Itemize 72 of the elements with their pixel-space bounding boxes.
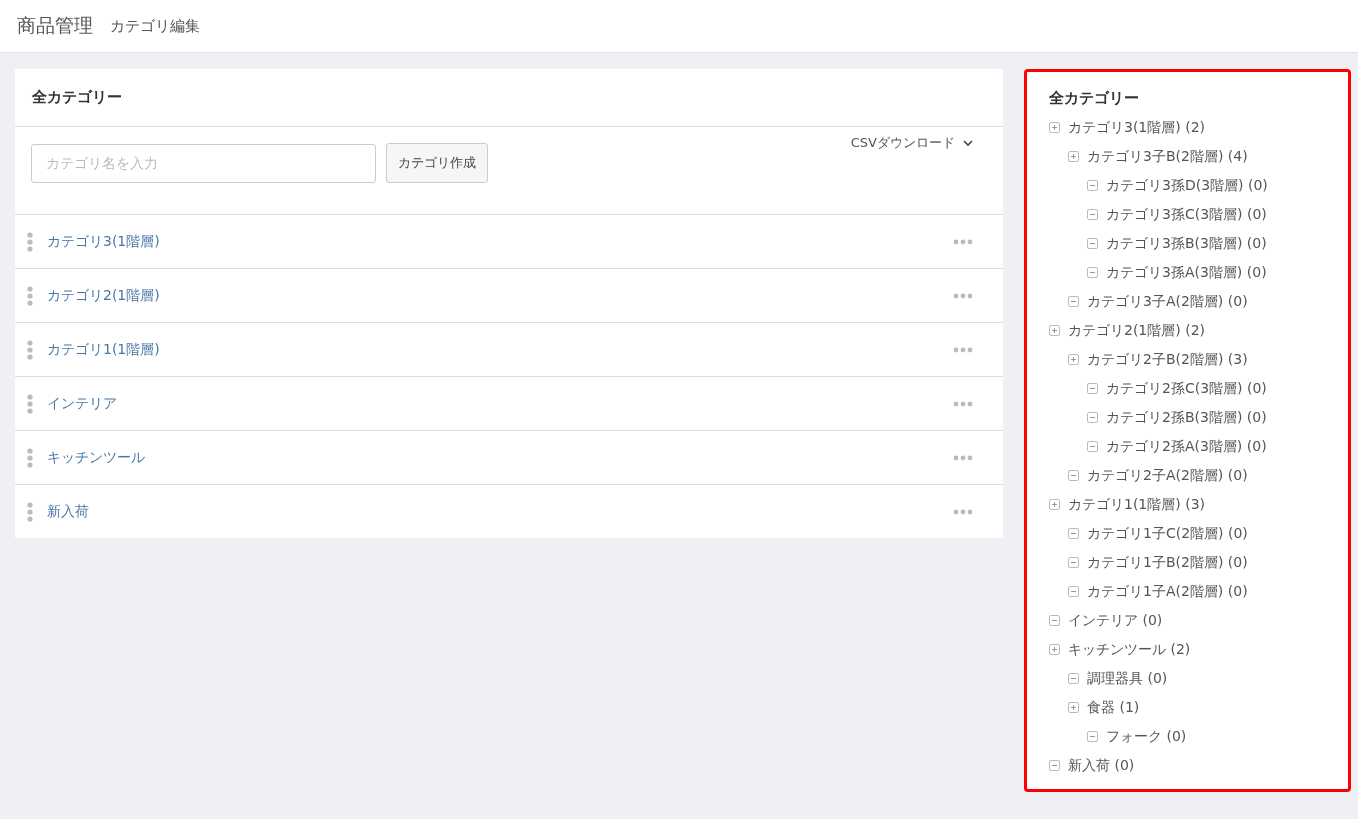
tree-item[interactable]: カテゴリ2(1階層) (2) xyxy=(1068,321,1206,340)
category-link[interactable]: カテゴリ3(1階層) xyxy=(47,232,160,251)
collapse-minus-icon[interactable] xyxy=(1068,673,1079,684)
category-link[interactable]: 新入荷 xyxy=(47,502,89,521)
expand-plus-icon[interactable] xyxy=(1068,151,1079,162)
collapse-minus-icon[interactable] xyxy=(1049,760,1060,771)
collapse-minus-icon[interactable] xyxy=(1087,267,1098,278)
collapse-minus-icon[interactable] xyxy=(1049,615,1060,626)
expand-plus-icon[interactable] xyxy=(1049,499,1060,510)
tree-item[interactable]: カテゴリ3孫A(3階層) (0) xyxy=(1106,263,1267,282)
category-link[interactable]: キッチンツール xyxy=(47,448,145,467)
tree-item[interactable]: カテゴリ2孫B(3階層) (0) xyxy=(1106,408,1267,427)
expand-plus-icon[interactable] xyxy=(1068,354,1079,365)
drag-handle-icon[interactable] xyxy=(27,339,33,360)
expand-plus-icon[interactable] xyxy=(1049,122,1060,133)
category-link[interactable]: カテゴリ2(1階層) xyxy=(47,286,160,305)
drag-handle-icon[interactable] xyxy=(27,501,33,522)
tree-item[interactable]: インテリア (0) xyxy=(1068,611,1163,630)
expand-plus-icon[interactable] xyxy=(1049,644,1060,655)
tree-item[interactable]: カテゴリ1子C(2階層) (0) xyxy=(1087,524,1248,543)
collapse-minus-icon[interactable] xyxy=(1087,180,1098,191)
category-link[interactable]: インテリア xyxy=(47,394,117,413)
drag-handle-icon[interactable] xyxy=(27,285,33,306)
tree-title: 全カテゴリー xyxy=(1049,89,1140,108)
drag-handle-icon[interactable] xyxy=(27,393,33,414)
collapse-minus-icon[interactable] xyxy=(1068,528,1079,539)
collapse-minus-icon[interactable] xyxy=(1068,557,1079,568)
expand-plus-icon[interactable] xyxy=(1068,702,1079,713)
collapse-minus-icon[interactable] xyxy=(1087,731,1098,742)
tree-item[interactable]: カテゴリ3孫D(3階層) (0) xyxy=(1106,176,1268,195)
category-name-field[interactable]: カテゴリ名を入力 xyxy=(31,143,376,183)
page-title: 商品管理 xyxy=(17,13,93,38)
collapse-minus-icon[interactable] xyxy=(1087,238,1098,249)
tree-item[interactable]: カテゴリ3子B(2階層) (4) xyxy=(1087,147,1248,166)
drag-handle-icon[interactable] xyxy=(27,231,33,252)
collapse-minus-icon[interactable] xyxy=(1087,383,1098,394)
collapse-minus-icon[interactable] xyxy=(1068,470,1079,481)
tree-item[interactable]: 新入荷 (0) xyxy=(1068,756,1135,775)
create-category-button[interactable]: カテゴリ作成 xyxy=(386,143,488,183)
tree-item[interactable]: 調理器具 (0) xyxy=(1087,669,1168,688)
tree-item[interactable]: カテゴリ3子A(2階層) (0) xyxy=(1087,292,1248,311)
category-link[interactable]: カテゴリ1(1階層) xyxy=(47,340,160,359)
csv-download-dropdown[interactable]: CSVダウンロード xyxy=(850,134,973,152)
tree-item[interactable]: カテゴリ3孫B(3階層) (0) xyxy=(1106,234,1267,253)
tree-item[interactable]: カテゴリ1(1階層) (3) xyxy=(1068,495,1206,514)
more-options-icon[interactable] xyxy=(953,346,973,353)
tree-item[interactable]: カテゴリ2子A(2階層) (0) xyxy=(1087,466,1248,485)
collapse-minus-icon[interactable] xyxy=(1068,586,1079,597)
tree-item[interactable]: キッチンツール (2) xyxy=(1068,640,1191,659)
collapse-minus-icon[interactable] xyxy=(1087,441,1098,452)
tree-item[interactable]: カテゴリ2孫A(3階層) (0) xyxy=(1106,437,1267,456)
tree-item[interactable]: カテゴリ3孫C(3階層) (0) xyxy=(1106,205,1267,224)
chevron-down-icon xyxy=(963,139,973,147)
tree-item[interactable]: 食器 (1) xyxy=(1087,698,1140,717)
more-options-icon[interactable] xyxy=(953,238,973,245)
tree-item[interactable]: カテゴリ2子B(2階層) (3) xyxy=(1087,350,1248,369)
tree-item[interactable]: カテゴリ3(1階層) (2) xyxy=(1068,118,1206,137)
more-options-icon[interactable] xyxy=(953,292,973,299)
collapse-minus-icon[interactable] xyxy=(1087,412,1098,423)
card-title: 全カテゴリー xyxy=(15,69,1003,127)
page-subtitle: カテゴリ編集 xyxy=(110,16,200,36)
collapse-minus-icon[interactable] xyxy=(1087,209,1098,220)
tree-item[interactable]: カテゴリ1子A(2階層) (0) xyxy=(1087,582,1248,601)
more-options-icon[interactable] xyxy=(953,508,973,515)
expand-plus-icon[interactable] xyxy=(1049,325,1060,336)
collapse-minus-icon[interactable] xyxy=(1068,296,1079,307)
tree-item[interactable]: カテゴリ2孫C(3階層) (0) xyxy=(1106,379,1267,398)
drag-handle-icon[interactable] xyxy=(27,447,33,468)
tree-item[interactable]: フォーク (0) xyxy=(1106,727,1187,746)
tree-item[interactable]: カテゴリ1子B(2階層) (0) xyxy=(1087,553,1248,572)
more-options-icon[interactable] xyxy=(953,400,973,407)
more-options-icon[interactable] xyxy=(953,454,973,461)
